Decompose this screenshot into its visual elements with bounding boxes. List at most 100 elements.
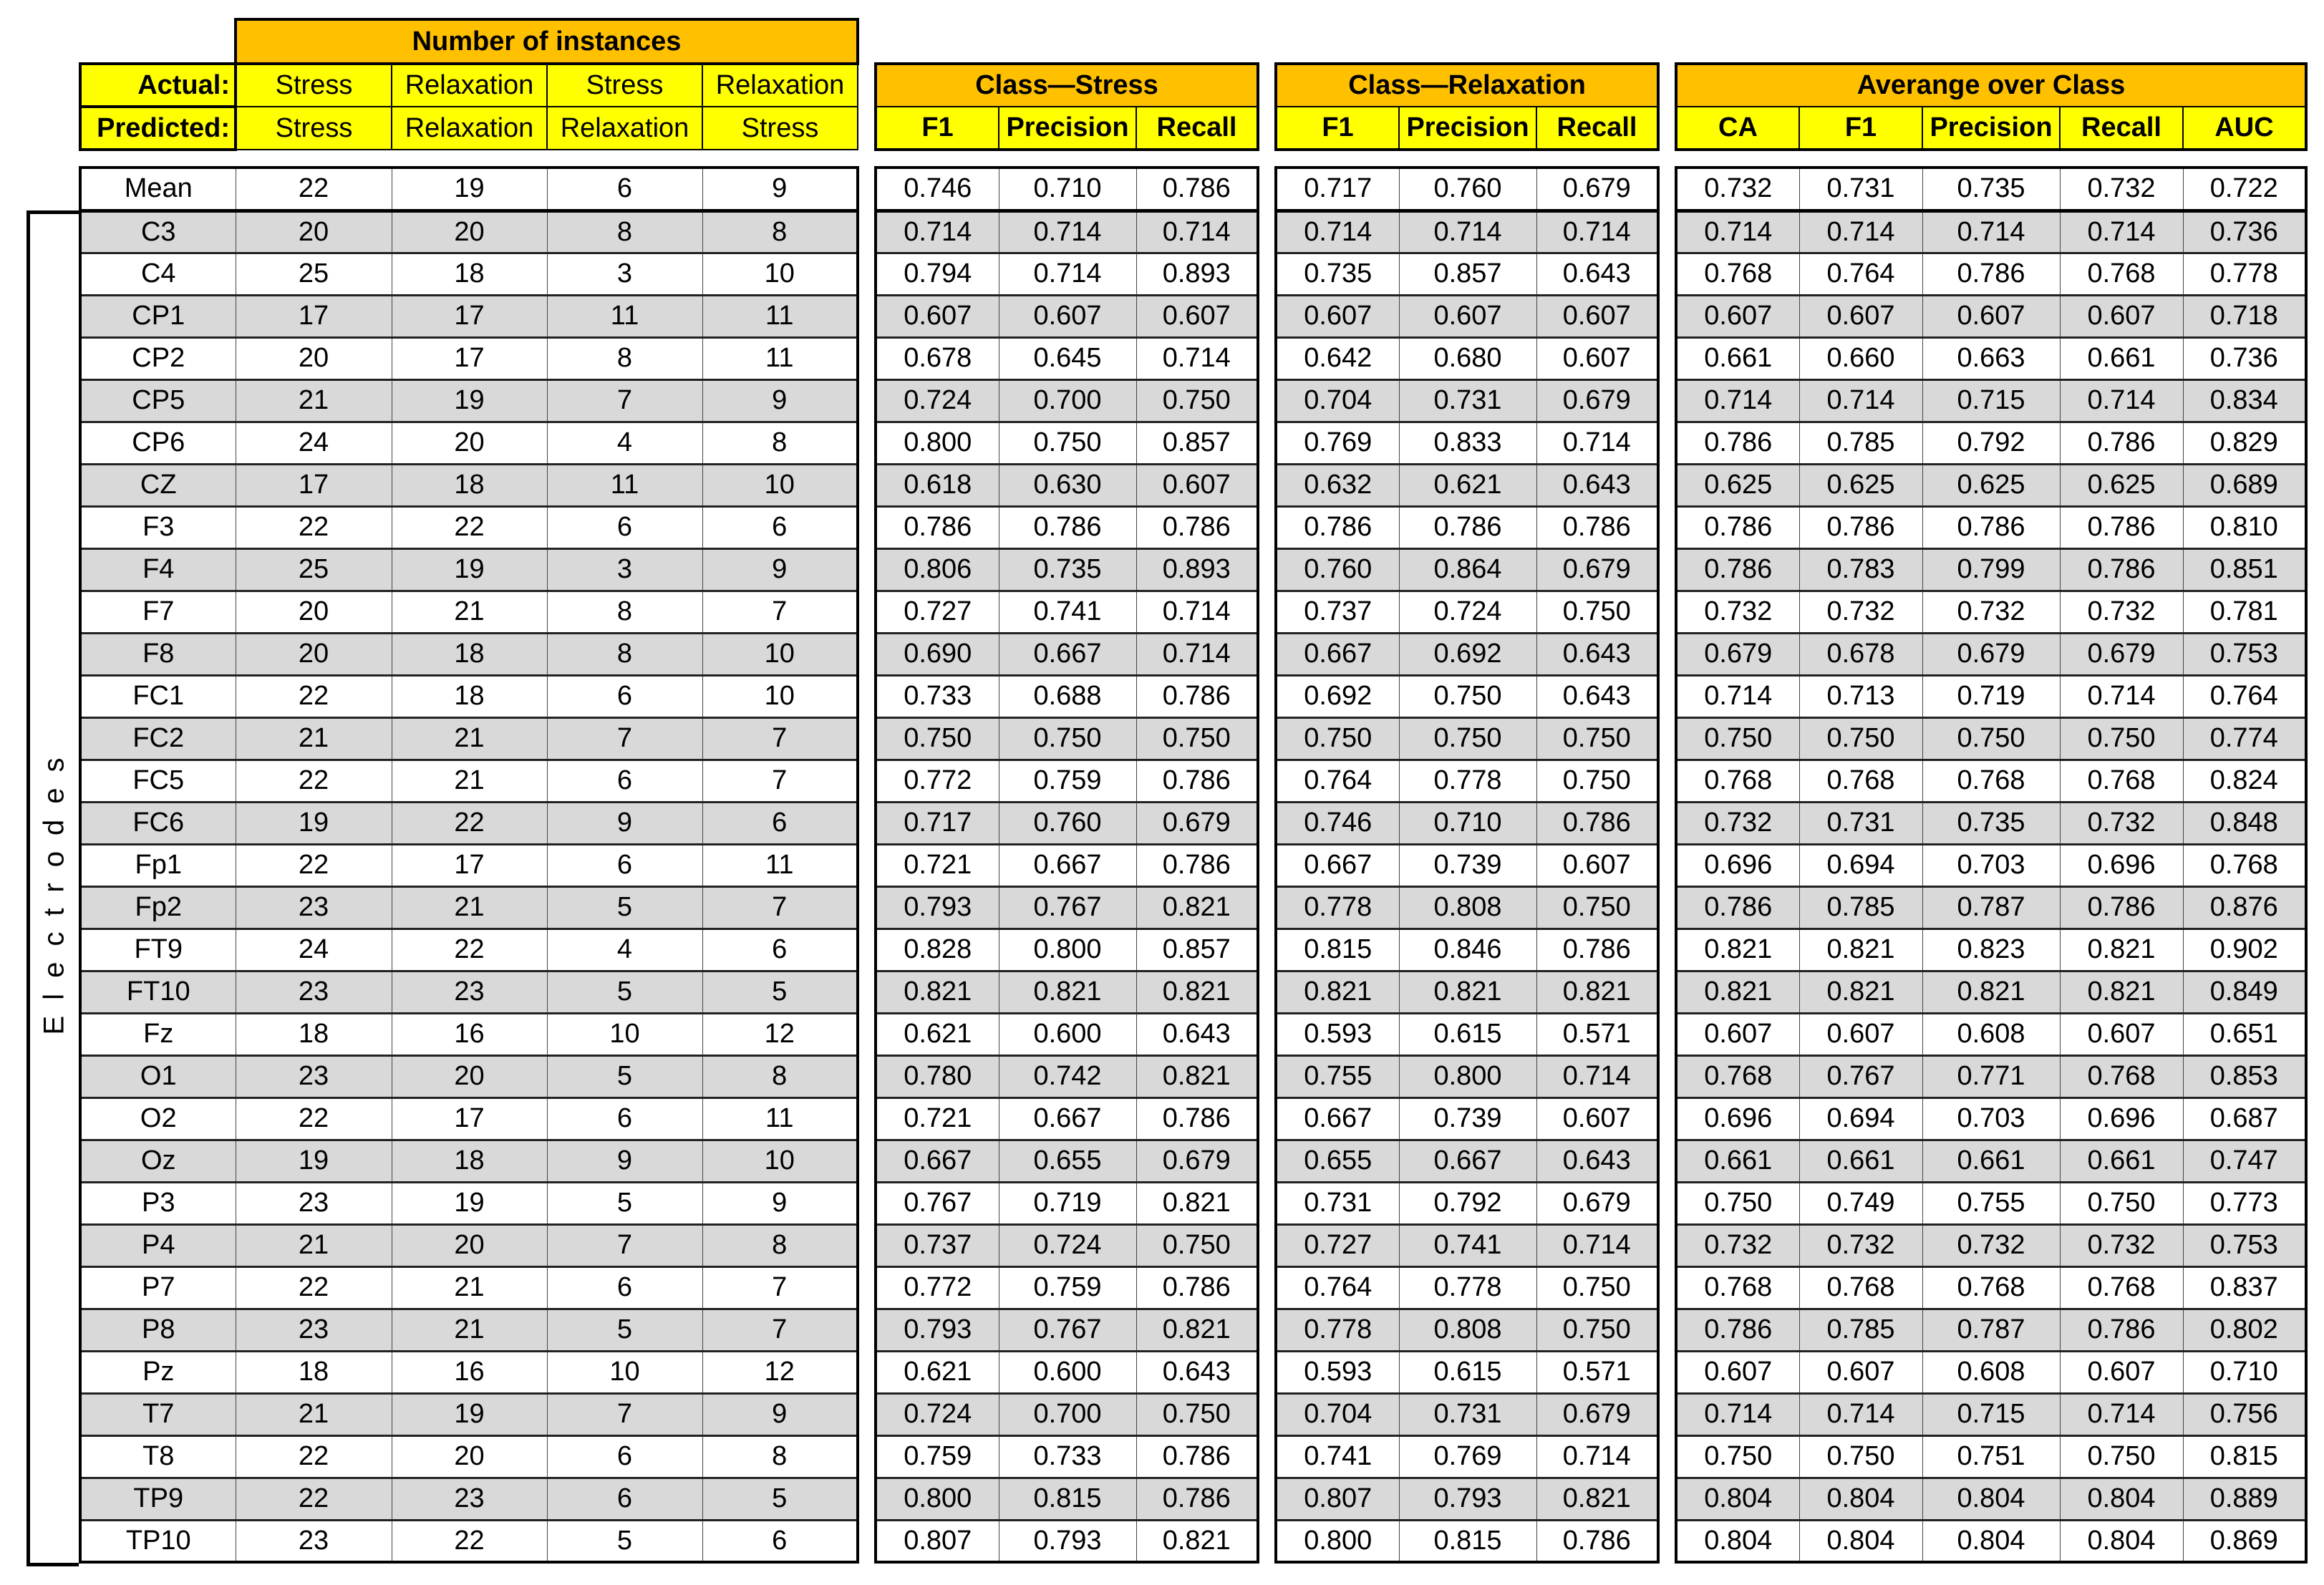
relax-precision: 0.857 <box>1398 251 1537 296</box>
avg-precision: 0.714 <box>1922 208 2061 254</box>
stress-f1: 0.621 <box>875 1012 999 1057</box>
stress-recall: 0.786 <box>1136 1096 1259 1141</box>
table-row: 0.786 0.786 0.786 0.786 0.810 <box>1675 505 2307 550</box>
count-relax-relax: 19 <box>391 166 548 212</box>
table-row: 0.621 0.600 0.643 <box>875 1349 1259 1395</box>
count-stress-relax: 7 <box>546 1223 703 1268</box>
relax-precision: 0.739 <box>1398 1096 1537 1141</box>
stress-f1: 0.607 <box>875 294 999 339</box>
count-relax-stress: 10 <box>702 251 858 296</box>
stress-precision: 0.742 <box>998 1054 1137 1099</box>
avg-f1: 0.714 <box>1798 1392 1923 1437</box>
stress-f1: 0.793 <box>875 885 999 930</box>
table-row: 0.696 0.694 0.703 0.696 0.687 <box>1675 1096 2307 1141</box>
table-row: 0.804 0.804 0.804 0.804 0.869 <box>1675 1518 2307 1564</box>
avg-ca: 0.696 <box>1675 1096 1800 1141</box>
stress-precision: 0.719 <box>998 1181 1137 1226</box>
count-relax-stress: 9 <box>702 547 858 592</box>
row-label: F8 <box>79 631 236 677</box>
instances-data-table: Mean 22 19 6 9 C3 20 20 8 8 C4 25 18 3 10 CP1 17 17 11 11 CP… <box>79 166 859 1564</box>
row-label: TP10 <box>79 1518 236 1564</box>
avg-recall: 0.750 <box>2059 1181 2184 1226</box>
count-relax-relax: 21 <box>391 1307 548 1352</box>
table-row: T8 22 20 6 8 <box>79 1434 858 1479</box>
count-stress-stress: 22 <box>235 1476 392 1521</box>
table-row: 0.667 0.739 0.607 <box>1275 1096 1659 1141</box>
avg-precision-header: Precision <box>1922 106 2061 150</box>
mean-row: 0.746 0.710 0.786 <box>875 166 1259 212</box>
avg-recall: 0.821 <box>2059 927 2184 972</box>
count-stress-stress: 23 <box>235 1054 392 1099</box>
stress-recall: 0.857 <box>1136 420 1259 465</box>
avg-precision: 0.786 <box>1922 251 2061 296</box>
stress-recall: 0.643 <box>1136 1349 1259 1395</box>
relax-precision: 0.769 <box>1398 1434 1537 1479</box>
stress-precision: 0.700 <box>998 1392 1137 1437</box>
avg-auc: 0.851 <box>2182 547 2307 592</box>
table-row: 0.750 0.749 0.755 0.750 0.773 <box>1675 1181 2307 1226</box>
table-row: P3 23 19 5 9 <box>79 1181 858 1226</box>
avg-recall: 0.804 <box>2059 1518 2184 1564</box>
avg-ca: 0.714 <box>1675 674 1800 719</box>
relax-recall: 0.786 <box>1536 927 1659 972</box>
relax-recall: 0.714 <box>1536 1223 1659 1268</box>
avg-auc: 0.651 <box>2182 1012 2307 1057</box>
count-stress-stress: 24 <box>235 927 392 972</box>
avg-ca: 0.607 <box>1675 1012 1800 1057</box>
avg-f1: 0.732 <box>1798 589 1923 634</box>
table-row: Fz 18 16 10 12 <box>79 1012 858 1057</box>
relax-precision: 0.778 <box>1398 758 1537 803</box>
avg-recall: 0.732 <box>2059 166 2184 212</box>
table-row: 0.828 0.800 0.857 <box>875 927 1259 972</box>
avg-recall: 0.661 <box>2059 1138 2184 1183</box>
table-row: 0.735 0.857 0.643 <box>1275 251 1659 296</box>
count-stress-stress: 22 <box>235 1434 392 1479</box>
avg-ca: 0.607 <box>1675 1349 1800 1395</box>
relax-recall: 0.821 <box>1536 969 1659 1014</box>
relax-recall: 0.714 <box>1536 1434 1659 1479</box>
avg-precision: 0.755 <box>1922 1181 2061 1226</box>
count-relax-relax: 19 <box>391 1181 548 1226</box>
count-stress-stress: 23 <box>235 885 392 930</box>
avg-f1: 0.750 <box>1798 1434 1923 1479</box>
stress-f1: 0.772 <box>875 758 999 803</box>
table-row: FC6 19 22 9 6 <box>79 800 858 845</box>
relax-f1: 0.755 <box>1275 1054 1400 1099</box>
relax-f1: 0.760 <box>1275 547 1400 592</box>
stress-recall: 0.714 <box>1136 208 1259 254</box>
count-stress-relax: 6 <box>546 674 703 719</box>
table-row: 0.778 0.808 0.750 <box>1275 1307 1659 1352</box>
relax-f1: 0.786 <box>1275 505 1400 550</box>
relax-precision: 0.615 <box>1398 1349 1537 1395</box>
count-stress-relax: 6 <box>546 1434 703 1479</box>
stress-precision: 0.786 <box>998 505 1137 550</box>
count-stress-relax: 9 <box>546 1138 703 1183</box>
relax-precision: 0.615 <box>1398 1012 1537 1057</box>
stress-precision: 0.800 <box>998 927 1137 972</box>
relax-f1: 0.735 <box>1275 251 1400 296</box>
stress-f1: 0.618 <box>875 462 999 508</box>
avg-ca: 0.768 <box>1675 1265 1800 1310</box>
relax-recall: 0.571 <box>1536 1012 1659 1057</box>
count-stress-stress: 24 <box>235 420 392 465</box>
avg-ca: 0.607 <box>1675 294 1800 339</box>
stress-recall: 0.786 <box>1136 166 1259 212</box>
relax-f1: 0.741 <box>1275 1434 1400 1479</box>
relax-f1: 0.632 <box>1275 462 1400 508</box>
stress-f1: 0.721 <box>875 843 999 888</box>
table-row: 0.768 0.768 0.768 0.768 0.837 <box>1675 1265 2307 1310</box>
avg-ca: 0.732 <box>1675 589 1800 634</box>
avg-precision: 0.679 <box>1922 631 2061 677</box>
count-stress-relax: 8 <box>546 589 703 634</box>
relax-precision: 0.692 <box>1398 631 1537 677</box>
table-row: CZ 17 18 11 10 <box>79 462 858 508</box>
count-relax-stress: 9 <box>702 166 858 212</box>
class-relaxation-data-table: 0.717 0.760 0.679 0.714 0.714 0.714 0.735 0.857… <box>1274 166 1660 1564</box>
stress-f1: 0.714 <box>875 208 999 254</box>
table-row: 0.607 0.607 0.607 <box>1275 294 1659 339</box>
count-relax-stress: 10 <box>702 462 858 508</box>
count-relax-stress: 8 <box>702 1434 858 1479</box>
relax-recall: 0.607 <box>1536 1096 1659 1141</box>
stress-precision: 0.700 <box>998 378 1137 423</box>
count-stress-stress: 17 <box>235 294 392 339</box>
